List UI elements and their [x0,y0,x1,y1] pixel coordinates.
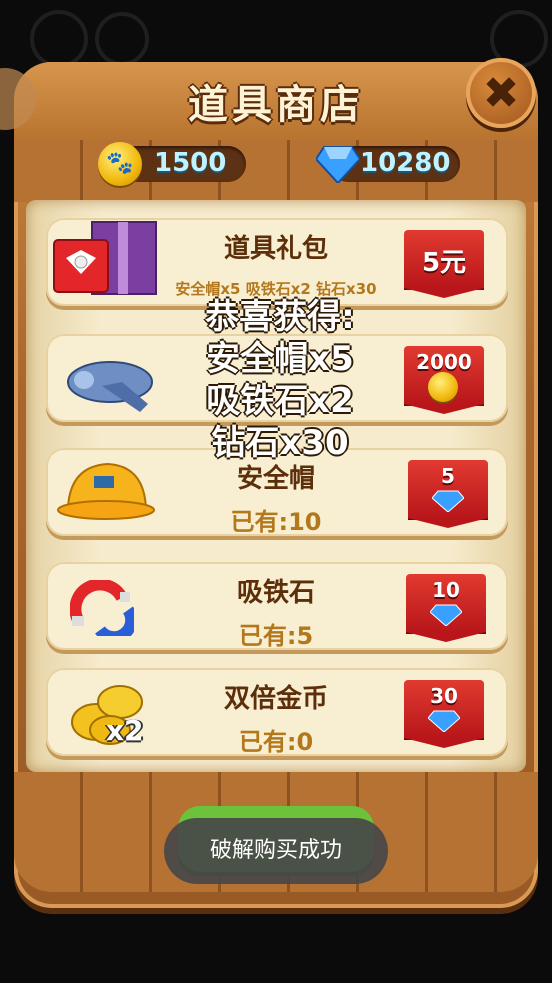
price-label: 5元 [421,248,467,278]
diamond-icon [430,604,462,626]
magnet-icon [70,580,134,636]
reward-popup: 恭喜获得: 安全帽x5 吸铁石x2 钻石x30 [150,296,410,464]
background-ring-center [95,12,149,66]
item-name: 吸铁石 [236,578,315,608]
buy-button[interactable]: 5元 [404,230,484,298]
shop-item-gift-pack[interactable]: 道具礼包 安全帽x5 吸铁石x2 钻石x30 5元 [46,218,508,306]
reward-line: 吸铁石x2 [206,381,354,421]
coin-icon [428,372,458,402]
gift-box-icon [53,221,157,295]
item-name: 道具礼包 [223,234,328,264]
buy-button[interactable]: 30 [404,680,484,748]
close-icon: ✖ [482,67,520,119]
coin-amount: 1500 [154,148,227,178]
buy-button[interactable]: 10 [406,574,486,642]
diamond-icon [432,490,464,512]
diamond-icon [316,146,360,183]
currency-bar [14,140,538,202]
diamond-icon [428,710,460,732]
item-owned: 已有:10 [230,508,322,536]
item-name: 双倍金币 [223,684,328,714]
item-owned: 已有:5 [238,622,314,650]
hard-hat-icon [57,462,155,520]
reward-line: 钻石x30 [211,423,349,463]
toast-message: 破解购买成功 [164,818,388,884]
price-label: 5 [441,464,455,488]
shop-item-magnet[interactable]: 吸铁石 已有:5 10 [46,562,508,650]
price-label: 30 [430,684,458,708]
gem-amount: 10280 [360,148,451,178]
shop-item-double-coins[interactable]: x2 双倍金币 已有:0 30 [46,668,508,756]
multiplier-badge: x2 [106,714,144,747]
buy-button[interactable]: 5 [408,460,488,528]
reward-line: 安全帽x5 [206,339,354,379]
buy-button[interactable]: 2000 [404,346,484,414]
reward-title: 恭喜获得: [205,297,355,337]
price-label: 2000 [416,350,472,374]
airplane-icon [67,361,153,412]
price-label: 10 [432,578,460,602]
item-owned: 已有:0 [238,728,314,756]
background-ring-left [30,10,88,68]
coin-icon: 🐾 [98,142,142,186]
close-button[interactable]: ✖ [466,58,536,128]
